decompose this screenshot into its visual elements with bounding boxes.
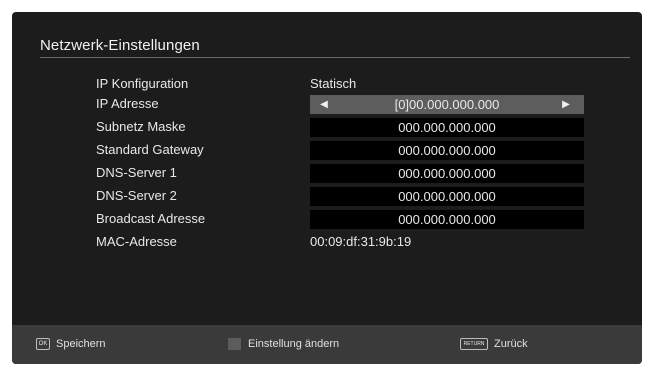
- setting-row-broadcast-address[interactable]: Broadcast Adresse 000.000.000.000: [12, 209, 642, 229]
- setting-value: [0]00.000.000.000: [394, 97, 500, 112]
- setting-label: Subnetz Maske: [96, 119, 186, 134]
- left-arrow-icon[interactable]: ◀: [316, 95, 332, 114]
- setting-label: DNS-Server 1: [96, 165, 177, 180]
- setting-label: MAC-Adresse: [96, 234, 177, 249]
- setting-label: IP Konfiguration: [96, 76, 189, 91]
- color-key-icon: [228, 338, 241, 350]
- standard-gateway-field[interactable]: 000.000.000.000: [310, 141, 584, 160]
- setting-label: IP Adresse: [96, 96, 159, 111]
- back-hint[interactable]: RETURN Zurück: [460, 337, 528, 351]
- save-hint[interactable]: OK Speichern: [36, 337, 106, 351]
- broadcast-address-field[interactable]: 000.000.000.000: [310, 210, 584, 229]
- save-label: Speichern: [56, 338, 106, 350]
- back-label: Zurück: [494, 338, 528, 350]
- ip-address-field[interactable]: ◀ [0]00.000.000.000 ▶: [310, 95, 584, 114]
- panel-title: Netzwerk-Einstellungen: [40, 37, 200, 54]
- setting-row-mac-address: MAC-Adresse 00:09:df:31:9b:19: [12, 232, 642, 252]
- setting-value[interactable]: Statisch: [310, 76, 356, 91]
- ok-key-icon: OK: [36, 338, 50, 350]
- setting-label: Standard Gateway: [96, 142, 204, 157]
- network-settings-panel: Netzwerk-Einstellungen IP Konfiguration …: [12, 12, 642, 364]
- subnet-mask-field[interactable]: 000.000.000.000: [310, 118, 584, 137]
- title-divider: [40, 57, 630, 58]
- dns-server-1-field[interactable]: 000.000.000.000: [310, 164, 584, 183]
- setting-row-dns-server-1[interactable]: DNS-Server 1 000.000.000.000: [12, 163, 642, 183]
- mac-address-value: 00:09:df:31:9b:19: [310, 234, 412, 249]
- setting-row-standard-gateway[interactable]: Standard Gateway 000.000.000.000: [12, 140, 642, 160]
- setting-label: DNS-Server 2: [96, 188, 177, 203]
- change-setting-hint[interactable]: Einstellung ändern: [228, 337, 339, 351]
- footer-bar: OK Speichern Einstellung ändern RETURN Z…: [12, 325, 642, 364]
- setting-row-subnet-mask[interactable]: Subnetz Maske 000.000.000.000: [12, 117, 642, 137]
- dns-server-2-field[interactable]: 000.000.000.000: [310, 187, 584, 206]
- setting-row-ip-configuration[interactable]: IP Konfiguration Statisch: [12, 74, 642, 94]
- return-key-icon: RETURN: [460, 338, 488, 350]
- right-arrow-icon[interactable]: ▶: [558, 95, 574, 114]
- setting-row-dns-server-2[interactable]: DNS-Server 2 000.000.000.000: [12, 186, 642, 206]
- setting-row-ip-address[interactable]: IP Adresse ◀ [0]00.000.000.000 ▶: [12, 94, 642, 114]
- setting-label: Broadcast Adresse: [96, 211, 206, 226]
- change-setting-label: Einstellung ändern: [248, 338, 340, 350]
